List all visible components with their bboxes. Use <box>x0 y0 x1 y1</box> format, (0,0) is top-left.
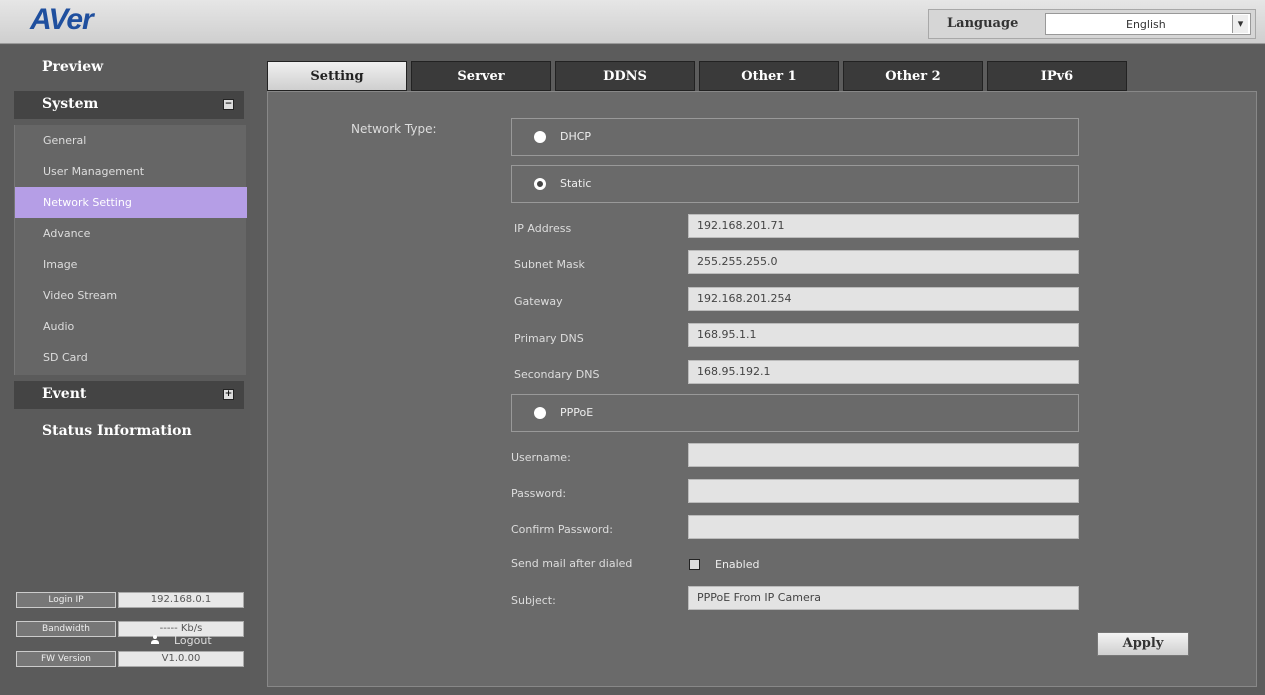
sidebar-item-advance[interactable]: Advance <box>15 218 247 249</box>
system-submenu: General User Management Network Setting … <box>14 125 247 375</box>
login-ip-value: 192.168.0.1 <box>118 592 244 608</box>
secondary-dns-label: Secondary DNS <box>514 368 600 381</box>
pppoe-label: PPPoE <box>560 406 594 419</box>
language-label: Language <box>947 16 1019 31</box>
logout-link[interactable]: Logout <box>150 634 212 647</box>
primary-dns-input[interactable]: 168.95.1.1 <box>688 323 1079 347</box>
ip-address-label: IP Address <box>514 222 572 235</box>
pppoe-radio[interactable] <box>534 407 546 419</box>
username-label: Username: <box>511 451 571 464</box>
confirm-password-input[interactable] <box>688 515 1079 539</box>
tab-setting[interactable]: Setting <box>267 61 407 91</box>
primary-dns-label: Primary DNS <box>514 332 584 345</box>
secondary-dns-input[interactable]: 168.95.192.1 <box>688 360 1079 384</box>
subject-input[interactable]: PPPoE From IP Camera <box>688 586 1079 610</box>
static-option[interactable]: Static <box>511 165 1079 203</box>
aver-logo: AVer <box>30 3 94 36</box>
username-input[interactable] <box>688 443 1079 467</box>
tab-server[interactable]: Server <box>411 61 551 91</box>
sidebar-item-image[interactable]: Image <box>15 249 247 280</box>
tab-ipv6[interactable]: IPv6 <box>987 61 1127 91</box>
chevron-down-icon[interactable]: ▾ <box>1232 15 1248 33</box>
sidebar-item-general[interactable]: General <box>15 125 247 156</box>
collapse-icon[interactable]: − <box>223 99 234 110</box>
fw-version-row: FW Version V1.0.00 <box>14 648 246 670</box>
fw-version-label: FW Version <box>16 651 116 667</box>
static-radio[interactable] <box>534 178 546 190</box>
sidebar-section-label: Event <box>42 386 87 402</box>
pppoe-option[interactable]: PPPoE <box>511 394 1079 432</box>
bandwidth-label: Bandwidth <box>16 621 116 637</box>
header-bar: AVer Language English ▾ <box>0 0 1265 44</box>
sidebar-item-sd-card[interactable]: SD Card <box>15 342 247 373</box>
language-selector: Language English ▾ <box>928 9 1256 39</box>
network-type-label: Network Type: <box>351 122 437 136</box>
sidebar-item-status-information[interactable]: Status Information <box>42 423 192 439</box>
logout-label: Logout <box>174 634 212 647</box>
tab-ddns[interactable]: DDNS <box>555 61 695 91</box>
gateway-label: Gateway <box>514 295 563 308</box>
settings-panel: Network Type: DHCP Static IP Address 192… <box>267 91 1257 687</box>
subnet-mask-label: Subnet Mask <box>514 258 585 271</box>
enabled-label: Enabled <box>715 558 760 571</box>
sidebar-section-system[interactable]: System − <box>14 91 244 119</box>
apply-button[interactable]: Apply <box>1097 632 1189 656</box>
sidebar: Preview System − General User Management… <box>0 45 250 695</box>
confirm-password-label: Confirm Password: <box>511 523 613 536</box>
subject-label: Subject: <box>511 594 556 607</box>
sidebar-item-network-setting[interactable]: Network Setting <box>15 187 247 218</box>
tab-other-1[interactable]: Other 1 <box>699 61 839 91</box>
sidebar-section-event[interactable]: Event + <box>14 381 244 409</box>
sidebar-item-video-stream[interactable]: Video Stream <box>15 280 247 311</box>
language-select[interactable]: English ▾ <box>1045 13 1251 35</box>
main-content: Setting Server DDNS Other 1 Other 2 IPv6… <box>250 45 1265 695</box>
send-mail-label: Send mail after dialed <box>511 557 633 570</box>
sidebar-section-label: System <box>42 96 99 112</box>
sidebar-item-user-management[interactable]: User Management <box>15 156 247 187</box>
fw-version-value: V1.0.00 <box>118 651 244 667</box>
user-icon <box>150 635 160 645</box>
dhcp-radio[interactable] <box>534 131 546 143</box>
password-input[interactable] <box>688 479 1079 503</box>
static-label: Static <box>560 177 592 190</box>
login-ip-row: Login IP 192.168.0.1 <box>14 589 246 611</box>
tab-other-2[interactable]: Other 2 <box>843 61 983 91</box>
dhcp-option[interactable]: DHCP <box>511 118 1079 156</box>
dhcp-label: DHCP <box>560 130 592 143</box>
enabled-checkbox[interactable] <box>689 559 700 570</box>
expand-icon[interactable]: + <box>223 389 234 400</box>
sidebar-item-preview[interactable]: Preview <box>42 59 103 75</box>
sidebar-item-audio[interactable]: Audio <box>15 311 247 342</box>
password-label: Password: <box>511 487 567 500</box>
subnet-mask-input[interactable]: 255.255.255.0 <box>688 250 1079 274</box>
login-ip-label: Login IP <box>16 592 116 608</box>
gateway-input[interactable]: 192.168.201.254 <box>688 287 1079 311</box>
ip-address-input[interactable]: 192.168.201.71 <box>688 214 1079 238</box>
language-value: English <box>1126 18 1166 31</box>
